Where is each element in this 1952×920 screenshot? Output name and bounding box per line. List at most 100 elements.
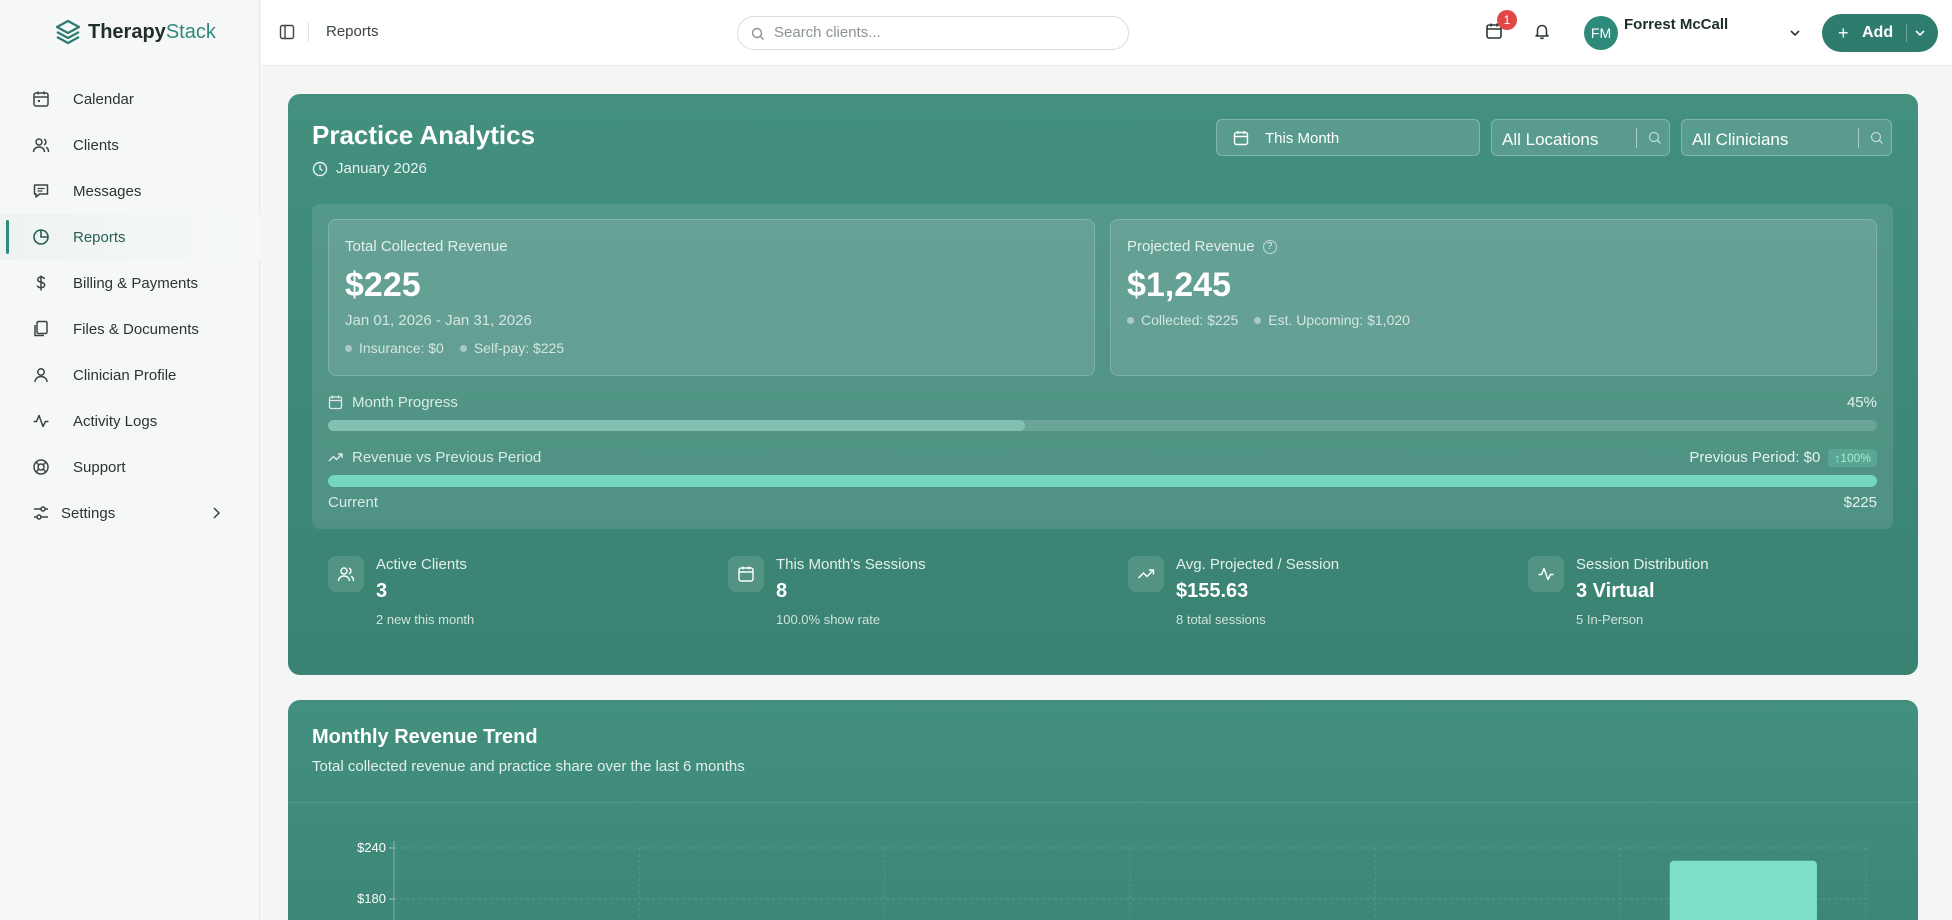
bell-icon[interactable] — [1533, 22, 1551, 40]
user-name[interactable]: Forrest McCall — [1624, 16, 1728, 33]
sidebar-item-messages[interactable]: Messages — [0, 168, 260, 214]
sidebar-item-label: Support — [73, 458, 126, 476]
sidebar-item-activity-logs[interactable]: Activity Logs — [0, 398, 260, 444]
sidebar-item-calendar[interactable]: Calendar — [0, 76, 260, 122]
sidebar-item-label: Clinician Profile — [73, 366, 177, 384]
sidebar-item-billing[interactable]: Billing & Payments — [0, 260, 260, 306]
metric-sessions: This Month's Sessions 8 100.0% show rate — [728, 556, 1108, 627]
metric-sub: 5 In-Person — [1576, 612, 1644, 627]
metric-avg-projected: Avg. Projected / Session $155.63 8 total… — [1128, 556, 1508, 627]
brand-name-bold: Therapy — [88, 20, 166, 43]
chevron-right-icon — [213, 507, 221, 519]
trending-up-icon — [1138, 569, 1155, 579]
search-icon — [751, 27, 764, 40]
dot-icon — [1127, 316, 1134, 324]
sliders-icon — [34, 506, 48, 520]
sidebar-item-label: Files & Documents — [73, 320, 199, 338]
brand-logo[interactable]: TherapyStack — [54, 18, 216, 46]
activity-icon — [33, 414, 49, 428]
plus-icon: + — [1838, 23, 1849, 43]
sidebar: TherapyStack Calendar Clients Messages R… — [0, 0, 260, 920]
y-tick-label: $180 — [357, 891, 386, 906]
insurance-item: Insurance: $0 — [345, 340, 444, 356]
lifebuoy-icon — [33, 459, 49, 475]
metric-label: This Month's Sessions — [776, 556, 926, 573]
search-bar[interactable] — [737, 16, 1129, 50]
previous-period-value: Previous Period: $0 — [1689, 449, 1821, 466]
users-icon — [32, 138, 50, 153]
month-progress-fill — [328, 420, 1026, 431]
dot-icon — [459, 344, 467, 352]
location-filter[interactable]: All Locations — [1491, 119, 1670, 156]
practice-analytics-card: Practice Analytics January 2026 This Mon… — [288, 94, 1918, 675]
collected-revenue-box: Total Collected Revenue $225 Jan 01, 202… — [328, 219, 1095, 376]
month-progress-row: Month Progress 45% — [328, 394, 1877, 414]
sidebar-item-label: Clients — [73, 136, 119, 154]
metric-session-distribution: Session Distribution 3 Virtual 5 In-Pers… — [1528, 556, 1908, 627]
logo-layers-icon — [55, 19, 81, 45]
dollar-icon — [36, 275, 46, 291]
collected-revenue-label: Total Collected Revenue — [345, 238, 508, 255]
monthly-revenue-trend-card: Monthly Revenue Trend Total collected re… — [288, 700, 1918, 920]
help-icon[interactable]: ? — [1262, 240, 1277, 255]
projected-revenue-value: $1,245 — [1127, 266, 1231, 304]
month-progress-bar — [328, 420, 1877, 431]
sidebar-item-label: Settings — [61, 504, 116, 522]
sidebar-item-label: Reports — [73, 228, 126, 246]
search-icon[interactable] — [1870, 131, 1884, 145]
divider — [1906, 24, 1907, 42]
user-icon — [34, 368, 48, 383]
pie-chart-icon — [33, 229, 49, 245]
calendar-icon — [33, 91, 49, 107]
sidebar-item-label: Messages — [73, 182, 142, 200]
metric-label: Session Distribution — [1576, 556, 1709, 573]
sidebar-item-clients[interactable]: Clients — [0, 122, 260, 168]
period-filter[interactable]: This Month — [1216, 119, 1480, 156]
date-range: Jan 01, 2026 - Jan 31, 2026 — [345, 312, 532, 329]
divider — [308, 22, 309, 42]
calendar-icon — [738, 566, 754, 582]
metric-sub: 8 total sessions — [1176, 612, 1266, 627]
clinician-filter-value: All Clinicians — [1692, 130, 1789, 149]
divider — [1636, 128, 1637, 148]
metric-icon-box — [728, 556, 764, 592]
sidebar-item-label: Activity Logs — [73, 412, 158, 430]
metric-value: 3 — [376, 580, 388, 602]
metric-value: $155.63 — [1176, 580, 1249, 602]
avatar[interactable]: FM — [1584, 16, 1618, 50]
revenue-comparison-fill — [328, 475, 1877, 487]
collected-amount: Collected: $225 — [1141, 312, 1239, 328]
chevron-down-icon[interactable] — [1788, 26, 1802, 40]
sidebar-item-clinician-profile[interactable]: Clinician Profile — [0, 352, 260, 398]
projected-breakdown: Collected: $225 Est. Upcoming: $1,020 — [1127, 312, 1410, 328]
users-icon — [337, 567, 355, 582]
insurance-amount: Insurance: $0 — [359, 340, 444, 356]
trending-up-icon — [328, 453, 343, 462]
clinician-filter[interactable]: All Clinicians — [1681, 119, 1892, 156]
sidebar-item-files[interactable]: Files & Documents — [0, 306, 260, 352]
search-icon[interactable] — [1648, 131, 1662, 145]
message-icon — [33, 184, 49, 198]
metric-active-clients: Active Clients 3 2 new this month — [328, 556, 708, 627]
revenue-comparison-row: Revenue vs Previous Period Previous Peri… — [328, 449, 1877, 469]
notification-badge: 1 — [1497, 10, 1517, 30]
projected-revenue-label-row: Projected Revenue? — [1127, 238, 1277, 255]
period-filter-value: This Month — [1265, 130, 1340, 147]
sidebar-toggle-icon[interactable] — [279, 24, 295, 40]
projected-revenue-label: Projected Revenue — [1127, 238, 1255, 255]
revenue-comparison-bar — [328, 475, 1877, 487]
metric-value: 8 — [776, 580, 788, 602]
add-button[interactable]: + Add — [1822, 14, 1938, 52]
metric-sub: 100.0% show rate — [776, 612, 881, 627]
sidebar-item-reports[interactable]: Reports — [0, 214, 260, 260]
breadcrumb: Reports — [326, 23, 379, 40]
y-tick-label: $240 — [357, 840, 386, 855]
sidebar-item-settings[interactable]: Settings — [0, 490, 260, 536]
revenue-breakdown: Insurance: $0 Self-pay: $225 — [345, 340, 564, 356]
sidebar-item-label: Billing & Payments — [73, 274, 199, 292]
divider — [1858, 128, 1859, 148]
metric-label: Active Clients — [376, 556, 467, 573]
chevron-down-icon — [1915, 30, 1925, 37]
search-input[interactable] — [774, 24, 1114, 41]
sidebar-item-support[interactable]: Support — [0, 444, 260, 490]
